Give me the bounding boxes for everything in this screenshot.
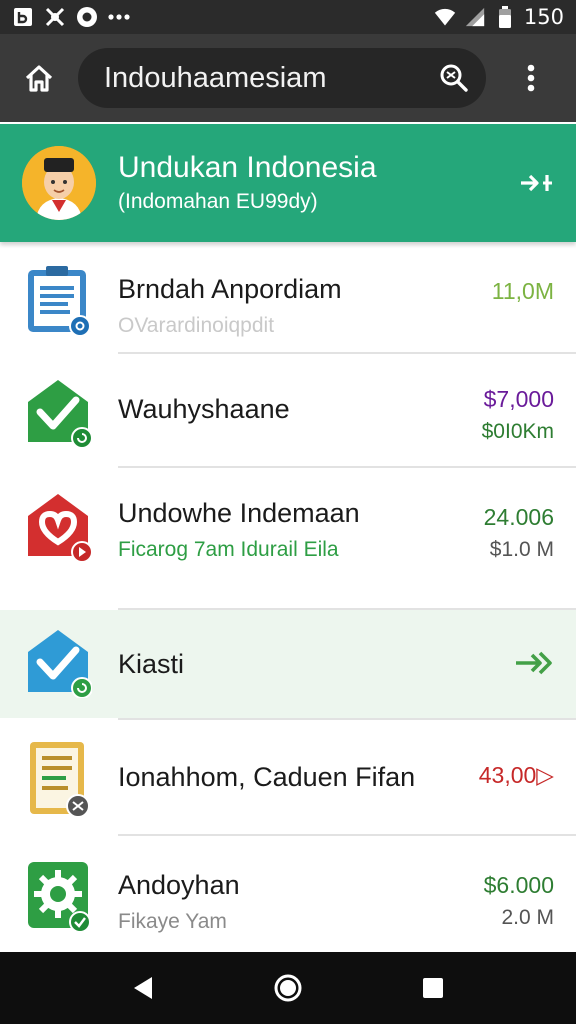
home-circle-icon: [274, 974, 302, 1002]
header-subtitle: (Indomahan EU99dy): [118, 190, 318, 213]
item-title: Andoyhan: [118, 870, 240, 900]
more-vert-icon: [527, 64, 535, 92]
notes-icon: [26, 740, 92, 818]
back-button[interactable]: [113, 958, 173, 1018]
check-envelope-icon: [26, 376, 93, 449]
navigation-bar: [0, 952, 576, 1024]
move-arrows-icon: [521, 174, 552, 192]
search-icon[interactable]: [438, 62, 470, 94]
item-secondary-amount: $1.0 M: [489, 538, 554, 561]
item-subtitle: Ficarog 7am Idurail Eila: [118, 538, 339, 561]
wifi-icon: [434, 6, 456, 28]
item-amount: 43,00▷: [478, 762, 554, 788]
transfer-arrows-icon: [516, 651, 552, 675]
item-title: Wauhyshaane: [118, 394, 290, 424]
url-text[interactable]: Indouhaamesiam: [104, 62, 438, 95]
gear-app-icon: [26, 858, 92, 933]
item-title: Undowhe Indemaan: [118, 498, 360, 528]
transaction-list: Brndah Anpordiam OVarardinoiqpdit 11,0M …: [0, 242, 576, 952]
list-item[interactable]: Wauhyshaane $7,000 $0I0Km: [0, 354, 576, 468]
recents-button[interactable]: [403, 958, 463, 1018]
clock: 150: [523, 5, 564, 29]
home-button[interactable]: [0, 34, 78, 122]
list-item[interactable]: Andoyhan Fikaye Yam $6.000 2.0 M: [0, 836, 576, 952]
recents-square-icon: [423, 978, 444, 998]
header-title: Undukan Indonesia: [118, 151, 377, 184]
battery-icon: [494, 6, 516, 28]
document-notification-icon: [12, 6, 34, 28]
list-item-selected[interactable]: Kiasti: [0, 610, 576, 718]
home-nav-button[interactable]: [258, 958, 318, 1018]
item-amount: $7,000: [483, 386, 554, 412]
document-icon: [26, 264, 92, 337]
item-amount: $6.000: [483, 872, 554, 898]
list-item[interactable]: Undowhe Indemaan Ficarog 7am Idurail Eil…: [0, 468, 576, 608]
item-title: Ionahhom, Caduen Fifan: [118, 762, 416, 792]
item-title: Kiasti: [118, 649, 185, 679]
back-triangle-icon: [133, 977, 152, 999]
header-action-button[interactable]: [496, 143, 576, 223]
more-notifications-icon: [108, 6, 130, 28]
heart-envelope-icon: [26, 490, 93, 563]
list-item[interactable]: Ionahhom, Caduen Fifan 43,00▷: [0, 720, 576, 834]
item-secondary-amount: $0I0Km: [481, 420, 554, 443]
item-secondary-amount: 2.0 M: [501, 906, 554, 929]
sync-notification-icon: [76, 6, 98, 28]
transfer-action-button[interactable]: [514, 648, 554, 683]
address-bar[interactable]: Indouhaamesiam: [78, 48, 486, 108]
signal-icon: [464, 6, 486, 28]
gallery-notification-icon: [44, 6, 66, 28]
browser-toolbar: Indouhaamesiam: [0, 34, 576, 122]
avatar[interactable]: [22, 146, 96, 220]
profile-header: Undukan Indonesia (Indomahan EU99dy): [0, 124, 576, 242]
overflow-menu-button[interactable]: [486, 34, 576, 122]
home-icon: [25, 65, 53, 92]
item-subtitle: OVarardinoiqpdit: [118, 314, 275, 337]
list-item[interactable]: Brndah Anpordiam OVarardinoiqpdit 11,0M: [0, 242, 576, 354]
item-subtitle: Fikaye Yam: [118, 910, 227, 933]
item-title: Brndah Anpordiam: [118, 274, 342, 304]
status-bar: 150: [0, 0, 576, 34]
check-envelope-blue-icon: [26, 626, 93, 699]
item-amount: 24.006: [483, 504, 554, 530]
item-amount: 11,0M: [491, 278, 554, 304]
